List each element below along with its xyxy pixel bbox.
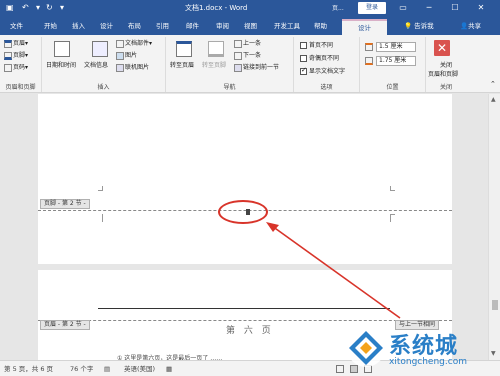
watermark-english-text: xitongcheng.com xyxy=(389,357,467,367)
annotation-arrow xyxy=(266,222,401,319)
scroll-up-icon[interactable]: ▲ xyxy=(491,96,496,103)
page-count[interactable]: 第 5 页，共 6 页 xyxy=(4,364,53,374)
watermark-chinese-text: 系统城 xyxy=(389,334,459,359)
word-count[interactable]: 76 个字 xyxy=(70,364,93,374)
watermark-logo xyxy=(347,329,385,367)
vertical-scrollbar[interactable]: ▲ ▼ xyxy=(488,94,500,360)
language-indicator[interactable]: 英语(美国) xyxy=(124,364,155,374)
macro-record-icon[interactable]: ▦ xyxy=(166,364,172,374)
arrow-line xyxy=(271,225,401,319)
scrollbar-thumb[interactable] xyxy=(492,300,498,310)
site-watermark: 系统城 xitongcheng.com xyxy=(342,326,500,376)
proofing-icon[interactable]: ▤ xyxy=(104,364,110,374)
